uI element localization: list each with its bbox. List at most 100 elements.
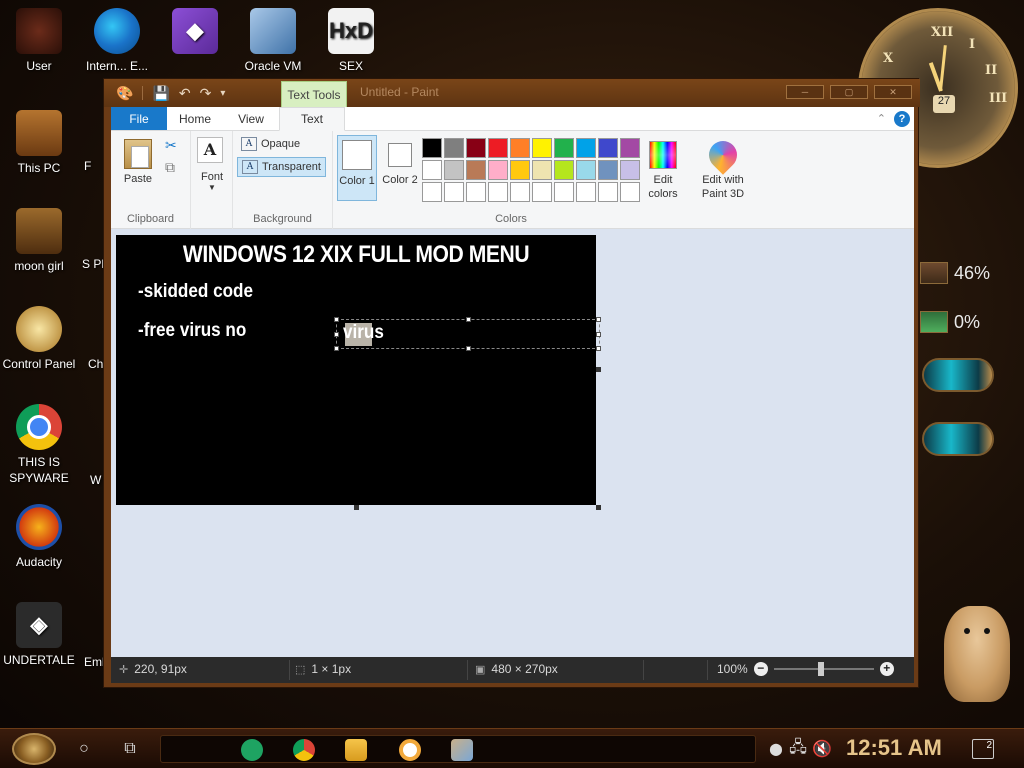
desktop-icon-this-pc[interactable]: This PC <box>0 110 78 176</box>
paste-button[interactable]: Paste <box>121 139 155 185</box>
network-icon[interactable]: 🖧 <box>786 737 810 761</box>
canvas-resize-handle[interactable] <box>596 367 601 372</box>
redo-icon[interactable]: ↷ <box>200 85 212 102</box>
palette-color-swatch[interactable] <box>509 181 531 203</box>
palette-color-swatch[interactable] <box>531 137 553 159</box>
help-icon[interactable]: ? <box>894 110 910 127</box>
file-explorer-icon[interactable] <box>345 739 367 761</box>
brave-icon[interactable] <box>399 739 421 761</box>
desktop-icon-edge[interactable]: Intern... E... <box>78 8 156 74</box>
palette-color-swatch[interactable] <box>597 159 619 181</box>
chrome-icon[interactable] <box>293 739 315 761</box>
palette-color-swatch[interactable] <box>531 159 553 181</box>
color2-button[interactable]: Color 2 <box>381 135 419 201</box>
volume-muted-icon[interactable]: 🔇 <box>810 737 834 761</box>
sheets-icon[interactable] <box>241 739 263 761</box>
tab-text[interactable]: Text <box>279 107 345 131</box>
edit-colors-button[interactable]: Edit colors <box>643 135 683 201</box>
palette-color-swatch[interactable] <box>619 181 641 203</box>
paint-icon[interactable] <box>451 739 473 761</box>
desktop-icon-chrome[interactable]: THIS IS SPYWARE <box>0 404 78 486</box>
maximize-button[interactable]: ▢ <box>830 85 868 99</box>
palette-color-swatch[interactable] <box>597 181 619 203</box>
resize-handle[interactable] <box>596 332 601 337</box>
search-icon[interactable]: ○ <box>72 737 96 761</box>
text-box[interactable]: virus <box>334 317 601 351</box>
resize-handle[interactable] <box>596 317 601 322</box>
canvas-resize-handle[interactable] <box>596 505 601 510</box>
customize-toolbar-icon[interactable]: ▾ <box>220 88 225 99</box>
collapse-ribbon-icon[interactable]: ⌃ <box>877 112 886 125</box>
start-button[interactable] <box>12 733 56 765</box>
canvas-resize-handle[interactable] <box>354 505 359 510</box>
desktop-icon-oracle-vm[interactable]: Oracle VM <box>234 8 312 74</box>
palette-color-swatch[interactable] <box>553 159 575 181</box>
show-hidden-icons[interactable]: ⬤ <box>764 737 788 761</box>
palette-color-swatch[interactable] <box>509 159 531 181</box>
desktop-icon-visual-studio[interactable]: ◆ <box>156 8 234 58</box>
desktop-icon-sex[interactable]: HxD SEX <box>312 8 390 74</box>
paint-window[interactable]: 🎨 💾 ↶ ↷ ▾ Text Tools Untitled - Paint ─ … <box>103 78 920 688</box>
image-canvas[interactable]: WINDOWS 12 XIX FULL MOD MENU -skidded co… <box>116 235 601 505</box>
resize-handle[interactable] <box>334 332 339 337</box>
palette-color-swatch[interactable] <box>487 137 509 159</box>
palette-color-swatch[interactable] <box>619 137 641 159</box>
desktop-icon-undertale[interactable]: ◈ UNDERTALE <box>0 602 78 668</box>
palette-color-swatch[interactable] <box>465 181 487 203</box>
palette-color-swatch[interactable] <box>575 137 597 159</box>
font-button[interactable]: A Font ▼ <box>197 137 227 192</box>
cut-icon[interactable]: ✂ <box>165 137 177 154</box>
resize-handle[interactable] <box>334 346 339 351</box>
zoom-slider[interactable] <box>773 662 874 676</box>
paint3d-button[interactable]: Edit with Paint 3D <box>693 135 753 201</box>
palette-color-swatch[interactable] <box>487 181 509 203</box>
zoom-slider-thumb[interactable] <box>817 662 824 676</box>
undo-icon[interactable]: ↶ <box>179 85 191 102</box>
resize-handle[interactable] <box>596 346 601 351</box>
zoom-in-button[interactable]: + <box>879 662 894 676</box>
palette-color-swatch[interactable] <box>487 159 509 181</box>
tab-home[interactable]: Home <box>167 107 223 130</box>
palette-color-swatch[interactable] <box>421 137 443 159</box>
palette-color-swatch[interactable] <box>465 159 487 181</box>
transparent-option[interactable]: A Transparent <box>237 157 326 177</box>
palette-color-swatch[interactable] <box>421 159 443 181</box>
tab-view[interactable]: View <box>223 107 279 130</box>
palette-color-swatch[interactable] <box>421 181 443 203</box>
font-group: A Font ▼ <box>191 131 233 229</box>
palette-color-swatch[interactable] <box>575 181 597 203</box>
palette-color-swatch[interactable] <box>597 137 619 159</box>
taskbar-clock[interactable]: 12:51 AM <box>846 735 942 761</box>
palette-color-swatch[interactable] <box>509 137 531 159</box>
copy-icon[interactable]: ⧉ <box>165 159 175 176</box>
close-button[interactable]: ✕ <box>874 85 912 99</box>
resize-handle[interactable] <box>466 346 471 351</box>
resize-handle[interactable] <box>466 317 471 322</box>
desktop-icon-audacity[interactable]: Audacity <box>0 504 78 570</box>
palette-color-swatch[interactable] <box>443 181 465 203</box>
palette-color-swatch[interactable] <box>531 181 553 203</box>
opaque-option[interactable]: A Opaque <box>237 135 304 153</box>
color1-button[interactable]: Color 1 <box>337 135 377 201</box>
notification-center-icon[interactable]: 2 <box>972 739 994 759</box>
resize-handle[interactable] <box>334 317 339 322</box>
task-view-icon[interactable]: ⧉ <box>118 737 142 761</box>
palette-color-swatch[interactable] <box>465 137 487 159</box>
palette-color-swatch[interactable] <box>553 181 575 203</box>
palette-color-swatch[interactable] <box>443 137 465 159</box>
paint-app-icon[interactable]: 🎨 <box>116 85 133 102</box>
desktop-icon-moon-girl[interactable]: moon girl <box>0 208 78 274</box>
palette-color-swatch[interactable] <box>553 137 575 159</box>
zoom-out-button[interactable]: − <box>753 662 768 676</box>
title-bar[interactable]: 🎨 💾 ↶ ↷ ▾ Text Tools Untitled - Paint ─ … <box>104 79 920 107</box>
save-icon[interactable]: 💾 <box>152 85 169 102</box>
palette-color-swatch[interactable] <box>619 159 641 181</box>
minimize-button[interactable]: ─ <box>786 85 824 99</box>
canvas-area[interactable]: WINDOWS 12 XIX FULL MOD MENU -skidded co… <box>111 229 914 657</box>
text-box-content[interactable]: virus <box>343 322 384 344</box>
palette-color-swatch[interactable] <box>443 159 465 181</box>
desktop-icon-control-panel[interactable]: Control Panel <box>0 306 78 372</box>
tab-file[interactable]: File <box>111 107 167 130</box>
palette-color-swatch[interactable] <box>575 159 597 181</box>
desktop-icon-user[interactable]: User <box>0 8 78 74</box>
